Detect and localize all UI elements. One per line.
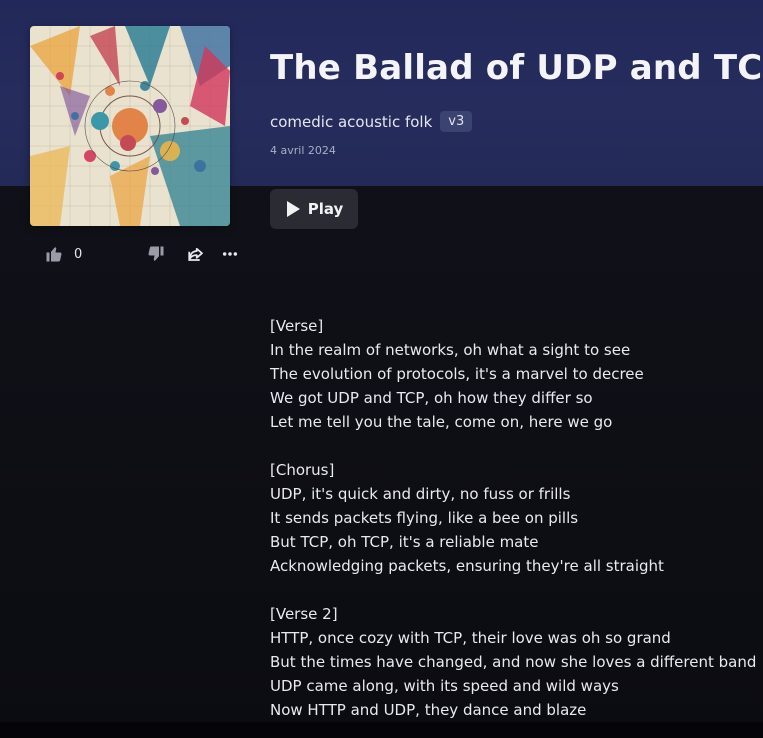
lyric-line: We got UDP and TCP, oh how they differ s… xyxy=(270,389,593,407)
lyric-line: But TCP, oh TCP, it's a reliable mate xyxy=(270,533,539,551)
lyric-line: UDP, it's quick and dirty, no fuss or fr… xyxy=(270,485,571,503)
song-page: The Ballad of UDP and TCP comedic acoust… xyxy=(0,0,763,738)
song-actions: 0 xyxy=(44,243,240,265)
genre-tag[interactable]: comedic acoustic folk xyxy=(270,113,432,131)
release-date: 4 avril 2024 xyxy=(270,144,336,157)
share-icon[interactable] xyxy=(186,244,206,264)
lyric-line: [Verse 2] xyxy=(270,605,338,623)
lyric-line: UDP came along, with its speed and wild … xyxy=(270,677,619,695)
lyric-line: In the realm of networks, oh what a sigh… xyxy=(270,341,631,359)
play-button-label: Play xyxy=(307,200,344,218)
like-count: 0 xyxy=(74,246,83,262)
thumbs-down-icon[interactable] xyxy=(146,244,166,264)
song-title: The Ballad of UDP and TCP xyxy=(270,48,763,88)
lyric-line: Let me tell you the tale, come on, here … xyxy=(270,413,613,431)
lyric-line xyxy=(270,434,740,458)
cover-art[interactable] xyxy=(30,26,230,226)
lyric-line: [Chorus] xyxy=(270,461,335,479)
cover-art-image xyxy=(30,26,230,226)
lyric-line xyxy=(270,578,740,602)
lyric-line: But the times have changed, and now she … xyxy=(270,653,757,671)
lyric-line: It sends packets flying, like a bee on p… xyxy=(270,509,579,527)
lyric-line: HTTP, once cozy with TCP, their love was… xyxy=(270,629,671,647)
lyric-line: Acknowledging packets, ensuring they're … xyxy=(270,557,664,575)
more-icon[interactable] xyxy=(220,244,240,264)
song-meta: comedic acoustic folk v3 xyxy=(270,111,473,132)
bottom-bar xyxy=(0,722,763,738)
play-icon xyxy=(286,201,300,217)
version-badge: v3 xyxy=(440,111,473,132)
lyric-line: Now HTTP and UDP, they dance and blaze xyxy=(270,701,587,719)
lyric-line: The evolution of protocols, it's a marve… xyxy=(270,365,644,383)
play-button[interactable]: Play xyxy=(270,189,358,229)
lyric-line: [Verse] xyxy=(270,317,324,335)
lyrics: [Verse] In the realm of networks, oh wha… xyxy=(270,314,757,722)
thumbs-up-icon[interactable] xyxy=(44,244,64,264)
